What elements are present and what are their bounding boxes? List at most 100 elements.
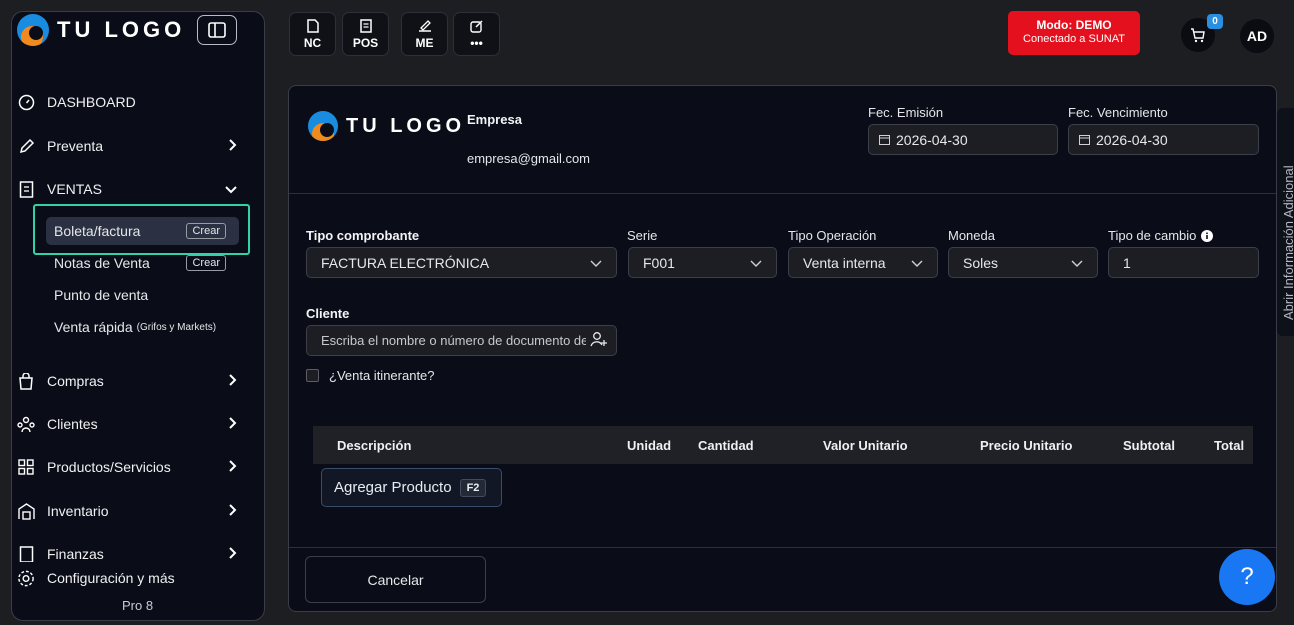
serie-value: F001: [643, 254, 675, 271]
tipo-comprobante-label: Tipo comprobante: [306, 228, 420, 243]
nc-button-label: NC: [303, 35, 322, 50]
chevron-right-icon: [227, 503, 237, 519]
footer-divider: [289, 547, 1276, 548]
sidebar-logo[interactable]: TU LOGO: [17, 14, 185, 46]
subitem-note: (Grifos y Markets): [136, 321, 217, 333]
cliente-placeholder: Escriba el nombre o número de documento …: [321, 333, 586, 348]
empresa-label: Empresa: [467, 112, 522, 127]
gauge-icon: [17, 93, 35, 111]
additional-info-label: Abrir Información Adicional: [1281, 165, 1294, 320]
chevron-right-icon: [227, 373, 237, 389]
th-cantidad: Cantidad: [698, 437, 754, 453]
sidebar-item-label: DASHBOARD: [47, 94, 136, 110]
demo-mode-badge[interactable]: Modo: DEMO Conectado a SUNAT: [1008, 11, 1140, 55]
tipo-operacion-label: Tipo Operación: [788, 228, 877, 243]
sidebar-item-label: Inventario: [47, 503, 109, 519]
venta-itinerante-checkbox[interactable]: [306, 369, 319, 382]
th-unidad: Unidad: [627, 437, 672, 453]
fec-vencimiento-field[interactable]: 2026-04-30: [1068, 124, 1259, 155]
info-icon[interactable]: [1201, 229, 1214, 242]
subitem-label: Venta rápida: [54, 319, 133, 335]
chevron-down-icon: [225, 181, 237, 197]
chevron-down-icon: [590, 255, 602, 271]
crear-boleta-button[interactable]: Crear: [186, 223, 226, 239]
logo-text: TU LOGO: [57, 17, 186, 42]
sidebar-subitem-punto-venta[interactable]: Punto de venta: [54, 287, 250, 303]
chevron-down-icon: [911, 255, 923, 271]
more-button[interactable]: •••: [453, 12, 500, 56]
receipt-icon: [359, 18, 372, 33]
avatar[interactable]: AD: [1240, 19, 1274, 53]
sidebar-subitem-venta-rapida[interactable]: Venta rápida (Grifos y Markets): [54, 319, 250, 335]
sidebar-item-label: Finanzas: [47, 546, 104, 562]
crear-nota-button[interactable]: Crear: [186, 255, 226, 271]
tipo-operacion-value: Venta interna: [803, 254, 886, 271]
nc-button[interactable]: NC: [289, 12, 336, 56]
pos-button[interactable]: POS: [342, 12, 389, 56]
tipo-cambio-label-wrap: Tipo de cambio: [1108, 228, 1214, 243]
th-valor-unitario: Valor Unitario: [823, 437, 908, 453]
cart-icon: [1191, 28, 1205, 43]
me-button[interactable]: ME: [401, 12, 448, 56]
sidebar-subitem-boleta-factura[interactable]: Boleta/factura Crear: [54, 223, 226, 239]
cliente-search-input[interactable]: Escriba el nombre o número de documento …: [306, 325, 617, 356]
fec-emision-field[interactable]: 2026-04-30: [868, 124, 1058, 155]
sidebar-item-configuracion[interactable]: Configuración y más: [17, 569, 237, 587]
sidebar-toggle-button[interactable]: [197, 15, 237, 45]
sidebar-toggle-icon: [208, 22, 226, 38]
sidebar-subitem-notas-venta[interactable]: Notas de Venta Crear: [54, 255, 226, 271]
help-button[interactable]: ?: [1219, 549, 1275, 605]
th-precio-unitario: Precio Unitario: [980, 437, 1073, 453]
sidebar-item-productos[interactable]: Productos/Servicios: [17, 458, 237, 476]
edit-icon: [469, 19, 483, 33]
calendar-icon: [879, 135, 890, 145]
pos-button-label: POS: [352, 35, 379, 50]
subitem-label: Boleta/factura: [54, 223, 141, 239]
tipo-cambio-input[interactable]: 1: [1108, 247, 1259, 278]
chevron-down-icon: [750, 255, 762, 271]
cancel-button[interactable]: Cancelar: [305, 556, 486, 603]
venta-itinerante-row[interactable]: ¿Venta itinerante?: [306, 368, 435, 383]
venta-itinerante-label: ¿Venta itinerante?: [329, 368, 435, 383]
invoice-form-card: TU LOGO Empresa empresa@gmail.com Fec. E…: [288, 85, 1277, 612]
sidebar-item-finanzas[interactable]: Finanzas: [17, 545, 237, 562]
serie-select[interactable]: F001: [628, 247, 777, 278]
chevron-down-icon: [1071, 255, 1083, 271]
sidebar-item-ventas[interactable]: VENTAS: [17, 180, 237, 198]
shopping-bag-icon: [17, 372, 35, 390]
warehouse-icon: [17, 502, 35, 520]
users-icon: [17, 415, 35, 433]
sidebar-item-compras[interactable]: Compras: [17, 372, 237, 390]
th-descripcion: Descripción: [337, 437, 412, 453]
demo-subtitle: Conectado a SUNAT: [1023, 33, 1125, 45]
gear-icon: [17, 569, 35, 587]
fec-emision-label: Fec. Emisión: [868, 105, 944, 120]
finance-icon: [17, 545, 35, 562]
th-total: Total: [1214, 437, 1245, 453]
add-product-button[interactable]: Agregar Producto F2: [321, 468, 502, 507]
tipo-comprobante-select[interactable]: FACTURA ELECTRÓNICA: [306, 247, 617, 278]
signature-icon: [418, 19, 431, 32]
tipo-comprobante-value: FACTURA ELECTRÓNICA: [321, 254, 490, 271]
company-logo: TU LOGO: [308, 111, 465, 141]
subitem-label: Notas de Venta: [54, 255, 150, 271]
more-button-label: •••: [470, 35, 483, 50]
plan-label: Pro 8: [122, 598, 154, 613]
tipo-operacion-select[interactable]: Venta interna: [788, 247, 938, 278]
fec-emision-value: 2026-04-30: [896, 131, 968, 148]
chevron-right-icon: [227, 459, 237, 475]
add-user-icon[interactable]: [590, 331, 608, 350]
chevron-right-icon: [227, 138, 237, 154]
header-divider: [289, 193, 1276, 194]
add-product-shortcut: F2: [459, 478, 487, 497]
fec-vencimiento-label: Fec. Vencimiento: [1068, 105, 1168, 120]
sidebar-item-preventa[interactable]: Preventa: [17, 137, 237, 155]
sidebar-item-label: Clientes: [47, 416, 98, 432]
demo-title: Modo: DEMO: [1036, 18, 1112, 32]
moneda-value: Soles: [963, 254, 999, 271]
sidebar-item-inventario[interactable]: Inventario: [17, 502, 237, 520]
sidebar-item-dashboard[interactable]: DASHBOARD: [17, 93, 237, 111]
grid-icon: [17, 458, 35, 476]
sidebar-item-clientes[interactable]: Clientes: [17, 415, 237, 433]
moneda-select[interactable]: Soles: [948, 247, 1098, 278]
